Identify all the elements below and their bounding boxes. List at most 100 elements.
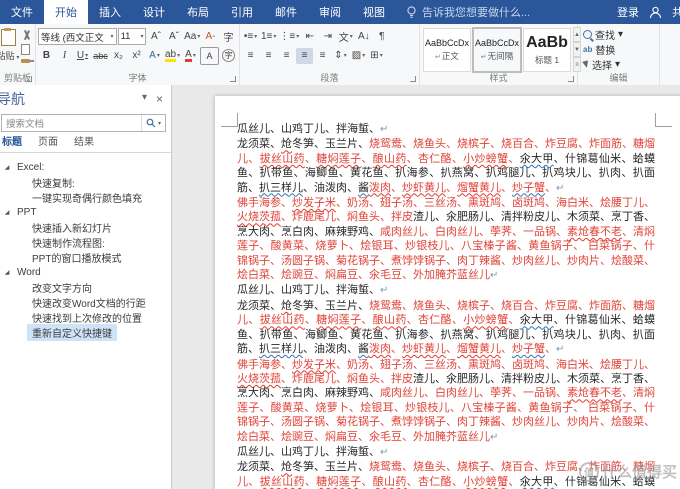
- ribbon-tab-引用[interactable]: 引用: [220, 0, 264, 24]
- increase-indent-button[interactable]: ⇥: [319, 29, 336, 45]
- bullets-button[interactable]: •≡ ▾: [242, 29, 259, 45]
- paragraph-dialog-launcher[interactable]: [410, 76, 416, 82]
- cut-icon[interactable]: [21, 30, 31, 40]
- character-border-button[interactable]: A: [200, 46, 219, 65]
- nav-tree-item-10[interactable]: 快速找到上次修改的位置: [0, 310, 171, 325]
- paste-button[interactable]: 粘贴 ▾: [0, 27, 21, 63]
- distribute-button[interactable]: ≡: [314, 48, 331, 64]
- doc-paragraph: 瓜丝儿、山鸡丁儿、拌海蜇、↵: [237, 283, 655, 298]
- decrease-indent-button[interactable]: ⇤: [301, 29, 318, 45]
- change-case-button[interactable]: Aa ▾: [183, 29, 201, 45]
- document-text[interactable]: 瓜丝儿、山鸡丁儿、拌海蜇、↵ 龙须菜、炝冬笋、玉兰片、烧鸳鸯、烧鱼头、烧槟子、烧百…: [237, 122, 655, 489]
- sort-button[interactable]: A↓: [355, 29, 372, 45]
- nav-tree-item-6[interactable]: PPT的窗口播放模式: [0, 250, 171, 265]
- font-size-combobox[interactable]: 11 ▾: [117, 28, 147, 45]
- nav-tab-页面[interactable]: 页面: [30, 133, 66, 152]
- doc-text-run: 、: [508, 151, 520, 165]
- nav-tree-item-0[interactable]: ◢ Excel:: [0, 160, 171, 175]
- phonetic-guide-button[interactable]: 字: [220, 29, 237, 45]
- style-card-0[interactable]: AaBbCcDx ↵正文: [423, 27, 471, 72]
- ribbon-tab-视图[interactable]: 视图: [352, 0, 396, 24]
- share-button[interactable]: 共享: [672, 4, 680, 20]
- sign-in-button[interactable]: 登录: [617, 4, 639, 20]
- pilcrow-mark-icon: ↵: [435, 53, 441, 61]
- nav-tab-结果[interactable]: 结果: [66, 133, 102, 152]
- search-options-caret-icon[interactable]: ▾: [158, 120, 161, 127]
- shrink-font-button[interactable]: Aˇ: [165, 29, 182, 45]
- nav-tree-item-7[interactable]: ◢ Word: [0, 265, 171, 280]
- nav-tab-标题[interactable]: 标题: [0, 133, 30, 152]
- show-marks-button[interactable]: ¶: [373, 29, 390, 45]
- ribbon-tab-插入[interactable]: 插入: [88, 0, 132, 24]
- align-center-button[interactable]: ≡: [260, 48, 277, 64]
- nav-tree-item-1[interactable]: 快速复制:: [0, 175, 171, 190]
- nav-tree-item-11[interactable]: 重新自定义快捷键: [0, 324, 171, 341]
- strikethrough-button[interactable]: abc: [92, 48, 109, 64]
- document-search-input[interactable]: 搜索文档 ▾: [1, 114, 166, 132]
- expand-triangle-icon: ◢: [4, 210, 10, 216]
- numbering-button[interactable]: 1≡ ▾: [260, 29, 277, 45]
- clipboard-dialog-launcher[interactable]: [26, 76, 32, 82]
- highlight-color-button[interactable]: ab ▾: [164, 48, 181, 64]
- doc-text-run: 佛手海参、: [237, 357, 292, 371]
- nav-close-icon[interactable]: ×: [156, 92, 163, 106]
- format-painter-icon[interactable]: [21, 59, 34, 63]
- justify-button[interactable]: ≡: [296, 47, 313, 64]
- ribbon-tab-设计[interactable]: 设计: [132, 0, 176, 24]
- multilevel-list-button[interactable]: ⋮≡ ▾: [278, 29, 300, 45]
- nav-tree-item-5[interactable]: 快速制作流程图:: [0, 235, 171, 250]
- nav-tree-item-label: PPT的窗口播放模式: [32, 254, 122, 265]
- superscript-button[interactable]: x²: [128, 48, 145, 64]
- shading-button[interactable]: ▨ ▾: [350, 48, 367, 64]
- style-card-2[interactable]: AaBb 标题 1: [523, 27, 571, 72]
- align-right-button[interactable]: ≡: [278, 48, 295, 64]
- ribbon-tab-布局[interactable]: 布局: [176, 0, 220, 24]
- ribbon-tab-审阅[interactable]: 审阅: [308, 0, 352, 24]
- editing-item-replace[interactable]: ab 替换: [580, 42, 657, 57]
- doc-text-run: 炝: [281, 137, 292, 151]
- clear-formatting-button[interactable]: A-: [202, 29, 219, 45]
- nav-tree-item-3[interactable]: ◢ PPT: [0, 205, 171, 220]
- enclose-characters-button[interactable]: 字: [220, 48, 237, 64]
- ribbon-tab-文件[interactable]: 文件: [0, 0, 44, 24]
- grow-font-button[interactable]: Aˆ: [147, 29, 164, 45]
- find-icon: [583, 30, 592, 39]
- font-dialog-launcher[interactable]: [230, 76, 236, 82]
- nav-tree-item-4[interactable]: 快速插入新幻灯片: [0, 220, 171, 235]
- underline-button[interactable]: U ▾: [74, 48, 91, 64]
- doc-text-run: 、: [361, 313, 373, 327]
- navigation-pane: 导航 ▾ × 搜索文档 ▾ 标题页面结果 ◢ Excel: 快速复制: 一键实现奇偶行…: [0, 85, 172, 489]
- document-page[interactable]: 瓜丝儿、山鸡丁儿、拌海蜇、↵ 龙须菜、炝冬笋、玉兰片、烧鸳鸯、烧鱼头、烧槟子、烧百…: [215, 96, 680, 489]
- doc-text-run: 炒子蟹: [512, 342, 545, 356]
- align-left-button[interactable]: ≡: [242, 48, 259, 64]
- copy-icon[interactable]: [21, 42, 33, 55]
- editing-item-find[interactable]: 查找 ▾: [580, 27, 657, 42]
- italic-button[interactable]: I: [56, 48, 73, 64]
- styles-dialog-launcher[interactable]: [568, 76, 574, 82]
- doc-text-run: 火烧茨菰: [237, 371, 281, 385]
- line-spacing-button[interactable]: ⇕ ▾: [332, 48, 349, 64]
- bold-button[interactable]: B: [38, 48, 55, 64]
- nav-tree-item-9[interactable]: 快速改变Word文档的行距: [0, 295, 171, 310]
- editing-item-select[interactable]: 选择 ▾: [580, 57, 657, 72]
- ribbon-tab-开始[interactable]: 开始: [44, 0, 88, 24]
- text-effects-button[interactable]: A ▾: [146, 48, 163, 64]
- font-name-combobox[interactable]: 等线 (西文正文 ▾: [38, 28, 117, 45]
- doc-text-run: 、: [545, 342, 556, 356]
- nav-tree-item-2[interactable]: 一键实现奇偶行颜色填充: [0, 190, 171, 205]
- tell-me-box[interactable]: 告诉我您想要做什么...: [406, 0, 530, 24]
- doc-text-run: 糖焖莲子: [316, 474, 362, 488]
- doc-text-run: 炝: [281, 460, 292, 474]
- nav-tree-item-label: Excel:: [17, 162, 45, 173]
- ribbon-tab-邮件[interactable]: 邮件: [264, 0, 308, 24]
- style-card-1[interactable]: AaBbCcDx ↵无间隔: [472, 26, 522, 73]
- borders-button[interactable]: ⊞ ▾: [368, 48, 385, 64]
- doc-text-run: 拔丝山药: [259, 474, 305, 488]
- nav-tree-item-8[interactable]: 改变文字方向: [0, 280, 171, 295]
- doc-text-run: 、: [391, 342, 402, 356]
- font-color-button[interactable]: A ▾: [182, 48, 199, 64]
- nav-options-caret-icon[interactable]: ▾: [142, 92, 147, 106]
- doc-text-run: 、油泼肉、: [303, 180, 358, 194]
- asian-layout-button[interactable]: 文 ▾: [337, 29, 354, 45]
- subscript-button[interactable]: x₂: [110, 48, 127, 64]
